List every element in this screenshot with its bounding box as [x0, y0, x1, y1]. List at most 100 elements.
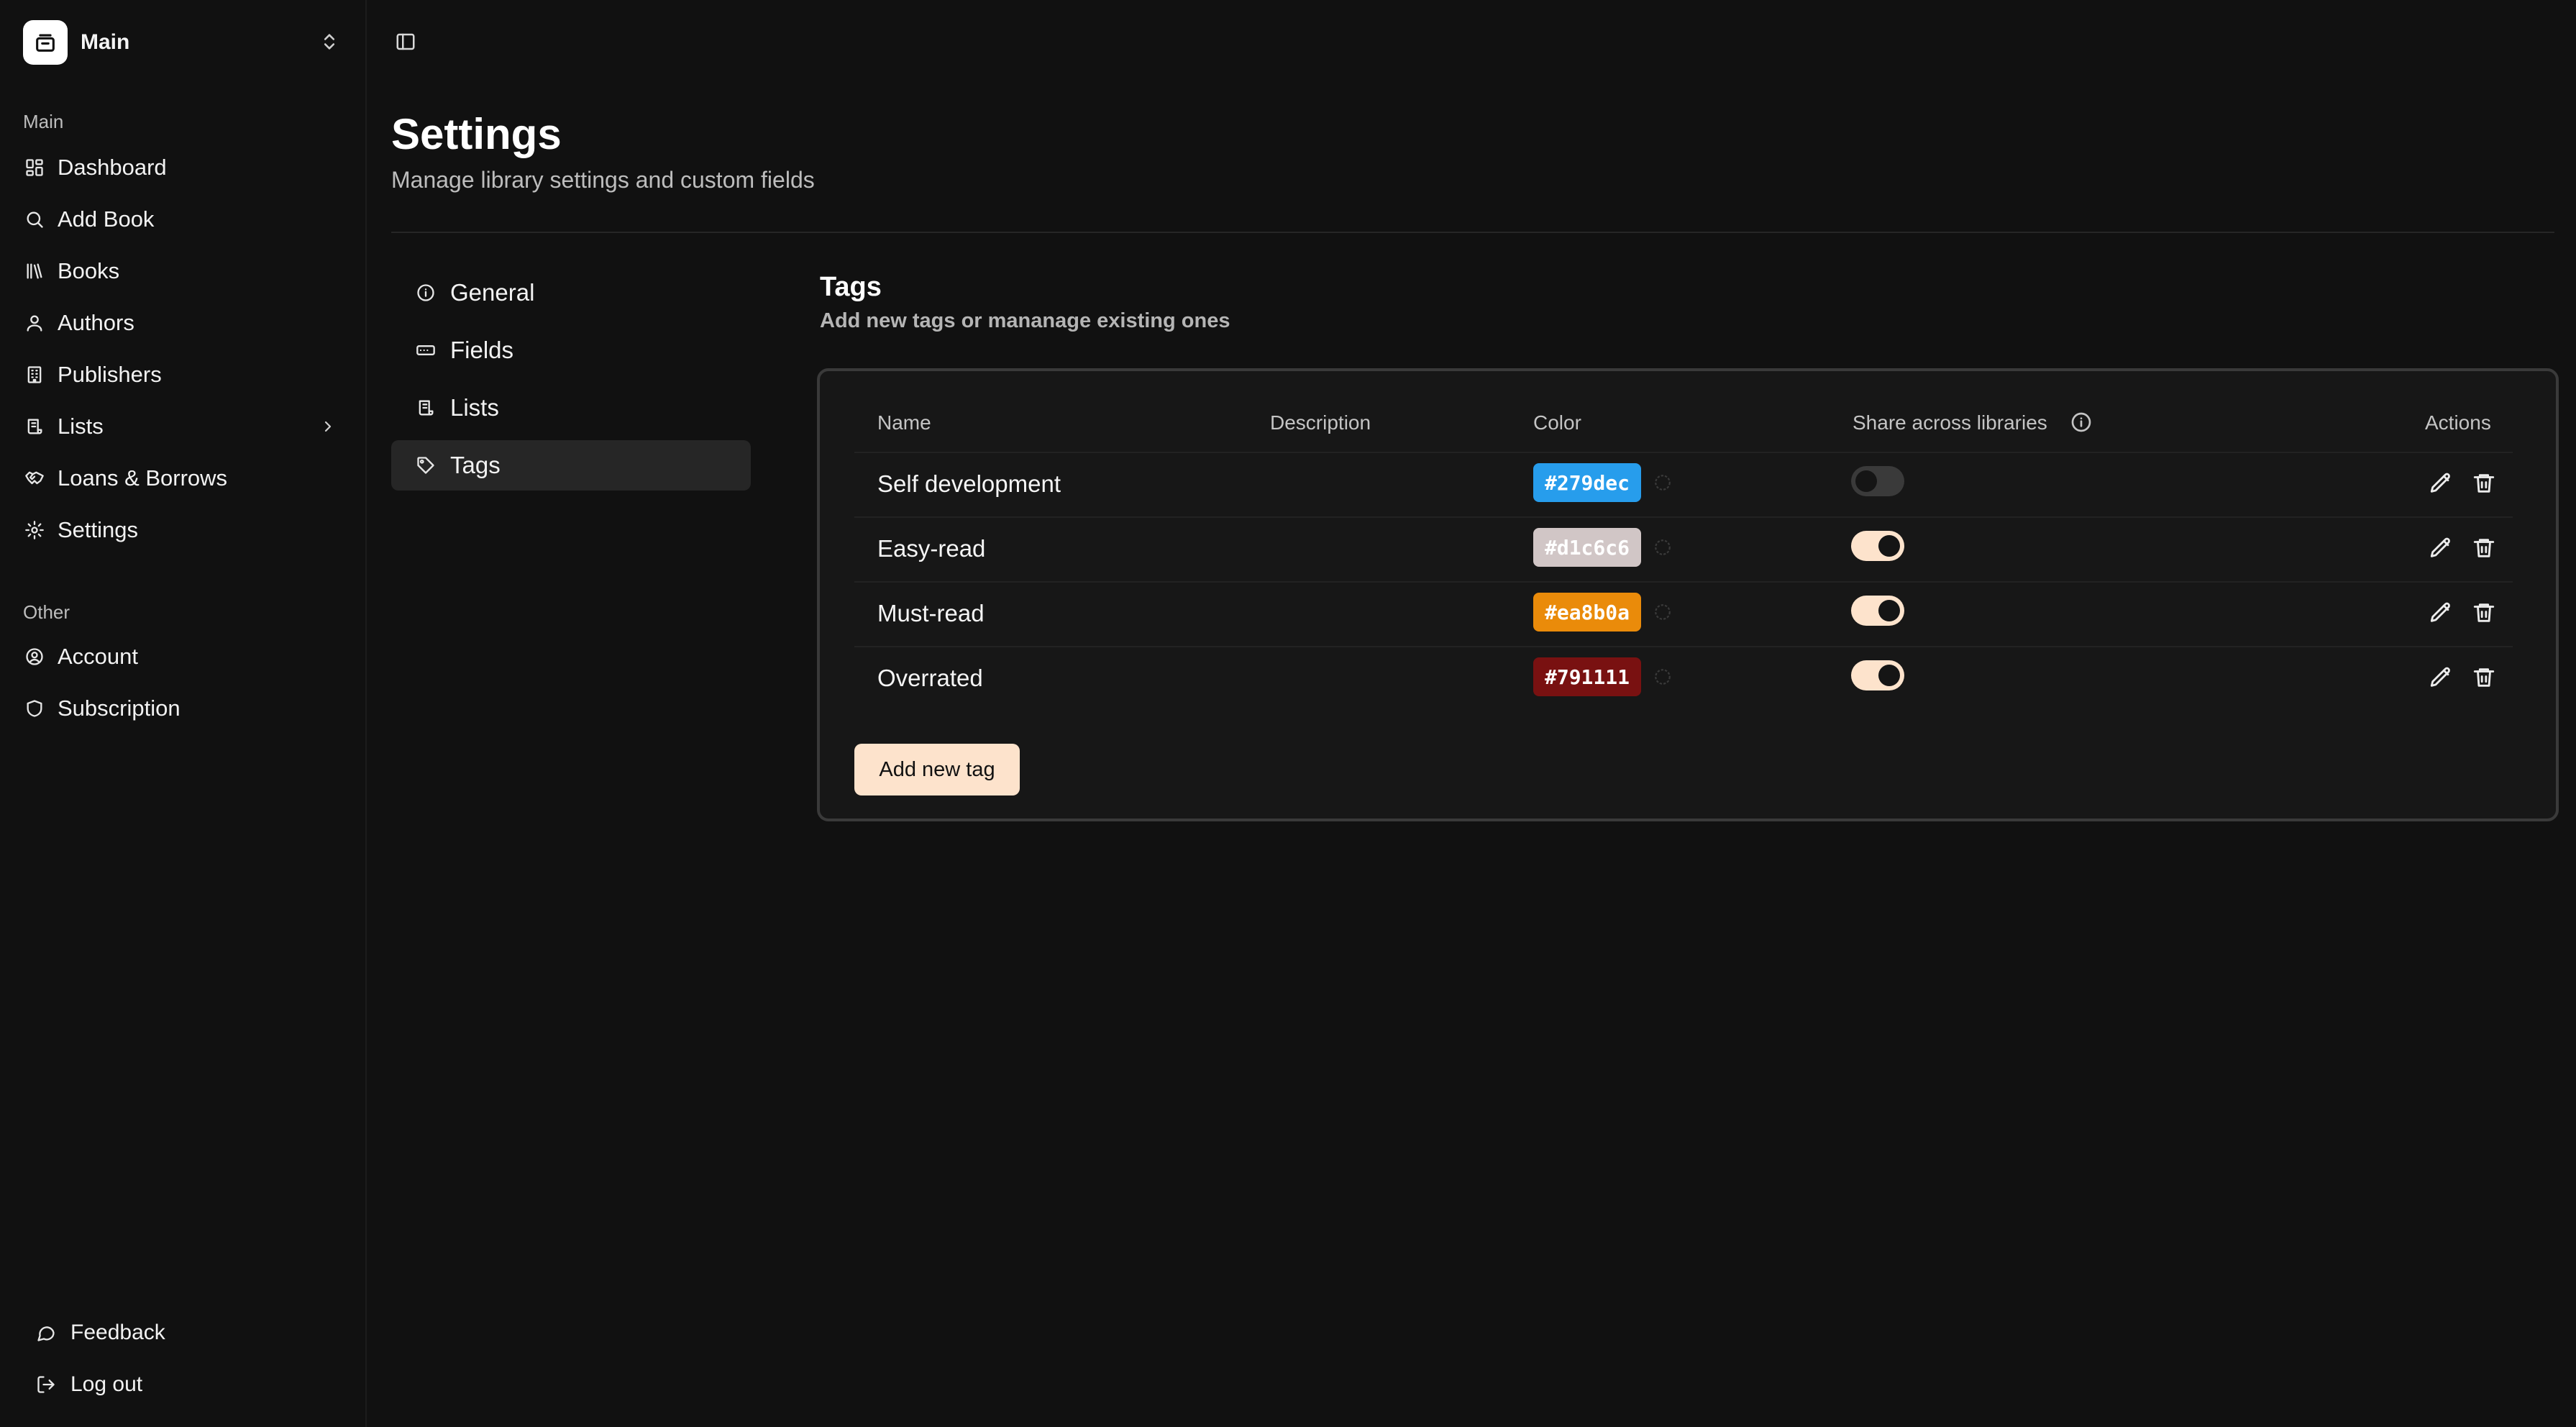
- logout-button[interactable]: Log out: [29, 1362, 345, 1407]
- toggle-knob: [1855, 470, 1877, 492]
- shield-icon: [23, 697, 46, 720]
- delete-trash-icon[interactable]: [2470, 534, 2498, 562]
- sidebar-item-publishers[interactable]: Publishers: [17, 352, 351, 397]
- share-toggle[interactable]: [1851, 531, 1904, 561]
- sidebar-item-loans-borrows[interactable]: Loans & Borrows: [17, 456, 351, 501]
- logout-icon: [35, 1373, 58, 1396]
- tag-name: Easy-read: [877, 535, 986, 562]
- edit-pencil-icon[interactable]: [2426, 663, 2455, 692]
- scroll-icon: [23, 415, 46, 438]
- settings-nav-fields[interactable]: Fields: [391, 325, 751, 375]
- search-icon: [23, 208, 46, 231]
- color-picker-icon[interactable]: [1652, 666, 1673, 688]
- handshake-icon: [23, 467, 46, 490]
- column-header-actions: Actions: [2425, 411, 2491, 434]
- settings-nav-label: Lists: [450, 394, 499, 421]
- sidebar-item-label: Dashboard: [58, 155, 167, 180]
- color-picker-icon[interactable]: [1652, 601, 1673, 623]
- sidebar-item-label: Authors: [58, 310, 134, 335]
- scroll-icon: [414, 396, 437, 419]
- sidebar-item-authors[interactable]: Authors: [17, 301, 351, 345]
- color-picker-icon[interactable]: [1652, 472, 1673, 493]
- delete-trash-icon[interactable]: [2470, 598, 2498, 627]
- settings-nav-label: Tags: [450, 452, 501, 478]
- info-icon: [414, 281, 437, 304]
- sidebar-toggle-icon[interactable]: [391, 27, 420, 56]
- page-subtitle: Manage library settings and custom field…: [391, 167, 815, 193]
- edit-pencil-icon[interactable]: [2426, 469, 2455, 498]
- tag-name: Must-read: [877, 600, 985, 626]
- sidebar-item-label: Publishers: [58, 362, 162, 387]
- color-chip[interactable]: #d1c6c6: [1533, 528, 1641, 567]
- add-new-tag-button[interactable]: Add new tag: [854, 744, 1020, 795]
- color-chip[interactable]: #ea8b0a: [1533, 593, 1641, 632]
- share-toggle[interactable]: [1851, 466, 1904, 496]
- chevron-right-icon[interactable]: [316, 415, 339, 438]
- app-root: Main Main Dashboard Add Book Books Autho…: [0, 0, 2576, 1427]
- sidebar-item-label: Account: [58, 644, 139, 669]
- edit-pencil-icon[interactable]: [2426, 534, 2455, 562]
- edit-pencil-icon[interactable]: [2426, 598, 2455, 627]
- color-picker-icon[interactable]: [1652, 537, 1673, 558]
- sidebar-item-label: Settings: [58, 517, 139, 542]
- feedback-button[interactable]: Feedback: [29, 1310, 345, 1355]
- section-subtitle: Add new tags or mananage existing ones: [820, 309, 1230, 332]
- sidebar-item-label: Subscription: [58, 696, 181, 721]
- delete-trash-icon[interactable]: [2470, 663, 2498, 692]
- share-toggle[interactable]: [1851, 596, 1904, 626]
- page-title: Settings: [391, 110, 562, 158]
- workspace-name: Main: [81, 30, 130, 54]
- row-divider: [854, 452, 2513, 453]
- settings-nav-label: Fields: [450, 337, 514, 363]
- feedback-label: Feedback: [70, 1321, 165, 1344]
- tags-table-card: [817, 368, 2559, 821]
- sidebar-group-main: Main: [23, 111, 64, 132]
- workspace-logo-icon: [23, 20, 68, 65]
- user-icon: [23, 311, 46, 334]
- color-chip[interactable]: #279dec: [1533, 463, 1641, 502]
- tag-icon: [414, 454, 437, 477]
- info-icon[interactable]: [2069, 410, 2093, 434]
- logout-label: Log out: [70, 1372, 143, 1396]
- color-chip[interactable]: #791111: [1533, 657, 1641, 696]
- input-icon: [414, 339, 437, 362]
- column-header-name: Name: [877, 411, 931, 434]
- library-icon: [23, 260, 46, 283]
- column-header-color: Color: [1533, 411, 1581, 434]
- sidebar-item-label: Lists: [58, 414, 104, 439]
- sidebar-item-add-book[interactable]: Add Book: [17, 197, 351, 242]
- settings-nav-general[interactable]: General: [391, 268, 751, 318]
- row-divider: [854, 581, 2513, 583]
- dashboard-icon: [23, 156, 46, 179]
- delete-trash-icon[interactable]: [2470, 469, 2498, 498]
- row-divider: [854, 516, 2513, 518]
- sidebar-group-other: Other: [23, 601, 70, 623]
- share-toggle[interactable]: [1851, 660, 1904, 690]
- sidebar-item-dashboard[interactable]: Dashboard: [17, 145, 351, 190]
- column-header-share: Share across libraries: [1853, 411, 2047, 434]
- chevrons-up-down-icon[interactable]: [316, 29, 342, 55]
- sidebar-item-lists[interactable]: Lists: [17, 404, 351, 449]
- sidebar-item-label: Add Book: [58, 206, 155, 232]
- sidebar-item-settings[interactable]: Settings: [17, 508, 351, 552]
- sidebar-item-label: Books: [58, 258, 120, 283]
- workspace-switcher[interactable]: Main: [23, 19, 348, 66]
- sidebar-item-books[interactable]: Books: [17, 249, 351, 293]
- sidebar-item-account[interactable]: Account: [17, 634, 351, 679]
- settings-nav-tags[interactable]: Tags: [391, 440, 751, 491]
- column-header-description: Description: [1270, 411, 1371, 434]
- building-icon: [23, 363, 46, 386]
- gear-icon: [23, 519, 46, 542]
- sidebar-item-subscription[interactable]: Subscription: [17, 686, 351, 731]
- settings-nav-lists[interactable]: Lists: [391, 383, 751, 433]
- tag-name: Overrated: [877, 665, 983, 691]
- divider: [391, 232, 2554, 233]
- toggle-knob: [1878, 535, 1900, 557]
- sidebar-item-label: Loans & Borrows: [58, 465, 228, 491]
- sidebar: Main Main Dashboard Add Book Books Autho…: [0, 0, 367, 1427]
- message-icon: [35, 1321, 58, 1344]
- toggle-knob: [1878, 665, 1900, 686]
- user-circle-icon: [23, 645, 46, 668]
- settings-nav-label: General: [450, 279, 535, 306]
- toggle-knob: [1878, 600, 1900, 621]
